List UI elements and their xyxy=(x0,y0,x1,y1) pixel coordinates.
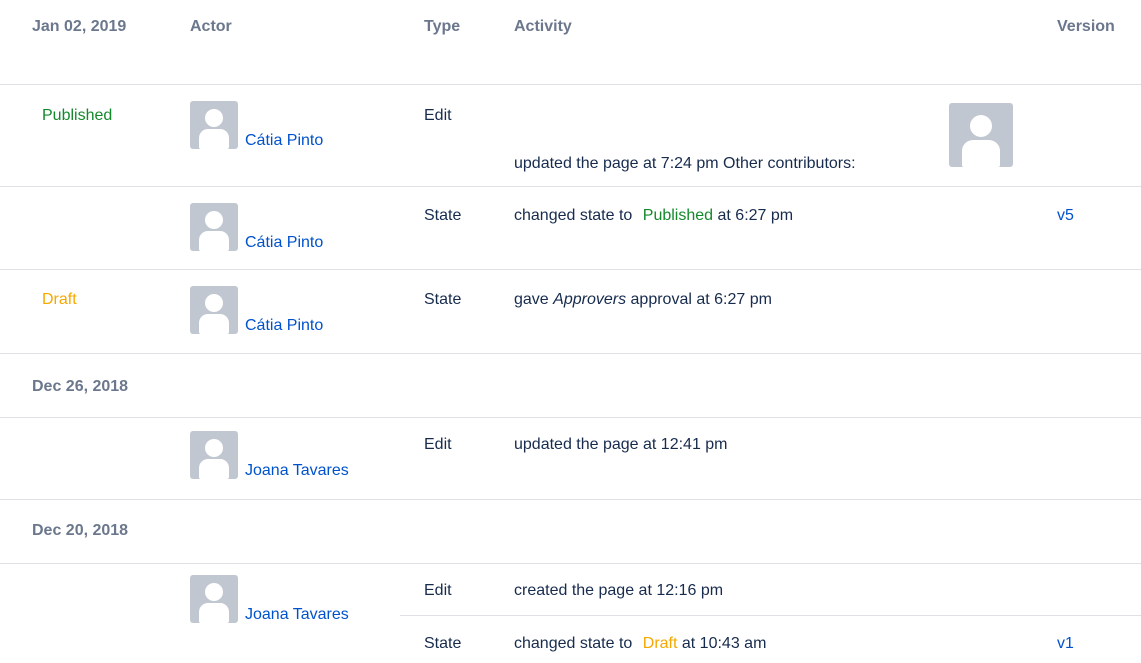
type-label: Edit xyxy=(424,436,452,453)
section-date: Dec 20, 2018 xyxy=(32,522,129,539)
activity-text: gave Approvers approval at 6:27 pm xyxy=(514,290,772,310)
type-label: Edit xyxy=(424,582,452,599)
actor: Cátia Pinto xyxy=(190,286,390,346)
type-label: Edit xyxy=(424,107,452,124)
history-row: Published Cátia Pinto Edit updated the p… xyxy=(0,85,1141,187)
activity-suffix: approval at 6:27 pm xyxy=(630,291,772,308)
date-section-header: Dec 20, 2018 xyxy=(0,500,1141,564)
activity-text: changed state to Draft at 10:43 am xyxy=(514,634,766,654)
activity-suffix: at 10:43 am xyxy=(681,635,767,652)
default-avatar-icon[interactable] xyxy=(190,286,238,334)
page-history: Jan 02, 2019 Actor Type Activity Version… xyxy=(0,0,1141,663)
type-label: State xyxy=(424,207,462,224)
activity-text: changed state to Published at 6:27 pm xyxy=(514,206,793,226)
default-avatar-icon[interactable] xyxy=(190,431,238,479)
activity-prefix: changed state to xyxy=(514,635,633,652)
row-divider xyxy=(400,615,1141,616)
section-date: Dec 26, 2018 xyxy=(32,378,129,395)
header-date: Jan 02, 2019 xyxy=(32,18,127,35)
version-link[interactable]: v1 xyxy=(1057,634,1074,654)
state-label-draft: Draft xyxy=(42,291,77,308)
type-label: State xyxy=(424,291,462,308)
actor: Cátia Pinto xyxy=(190,203,390,263)
history-row: Draft Cátia Pinto State gave Approvers a… xyxy=(0,270,1141,354)
default-avatar-icon[interactable] xyxy=(190,101,238,149)
header-version: Version xyxy=(1057,18,1115,35)
history-row: Cátia Pinto State changed state to Publi… xyxy=(0,187,1141,270)
default-avatar-icon[interactable] xyxy=(190,575,238,623)
actor: Joana Tavares xyxy=(190,575,390,635)
actor-link[interactable]: Cátia Pinto xyxy=(245,234,323,252)
actor-link[interactable]: Cátia Pinto xyxy=(245,132,323,150)
actor-link[interactable]: Cátia Pinto xyxy=(245,317,323,335)
version-link[interactable]: v5 xyxy=(1057,206,1074,226)
state-label-published: Published xyxy=(42,107,113,124)
header-activity: Activity xyxy=(514,18,572,35)
actor: Joana Tavares xyxy=(190,431,390,491)
state-label-published: Published xyxy=(642,207,714,224)
header-type: Type xyxy=(424,18,461,35)
default-avatar-icon[interactable] xyxy=(190,203,238,251)
state-label-draft: Draft xyxy=(642,635,678,652)
activity-description: updated the page at 7:24 pm Other contri… xyxy=(514,155,856,172)
activity-prefix: gave xyxy=(514,291,549,308)
date-section-header: Dec 26, 2018 xyxy=(0,354,1141,418)
type-label: State xyxy=(424,635,462,652)
actor-link[interactable]: Joana Tavares xyxy=(245,462,349,480)
actor-link[interactable]: Joana Tavares xyxy=(245,606,349,624)
approvers-label: Approvers xyxy=(553,291,627,308)
header-actor: Actor xyxy=(190,18,232,35)
actor: Cátia Pinto xyxy=(190,101,390,161)
activity-prefix: changed state to xyxy=(514,207,633,224)
history-row: Joana Tavares Edit created the page at 1… xyxy=(0,564,1141,663)
table-header: Jan 02, 2019 Actor Type Activity Version xyxy=(0,0,1141,85)
activity-suffix: at 6:27 pm xyxy=(717,207,794,224)
contributor-avatar-icon[interactable] xyxy=(949,103,1013,167)
history-row: Joana Tavares Edit updated the page at 1… xyxy=(0,418,1141,500)
activity-text: created the page at 12:16 pm xyxy=(514,582,724,599)
activity-text: updated the page at 12:41 pm xyxy=(514,436,728,453)
